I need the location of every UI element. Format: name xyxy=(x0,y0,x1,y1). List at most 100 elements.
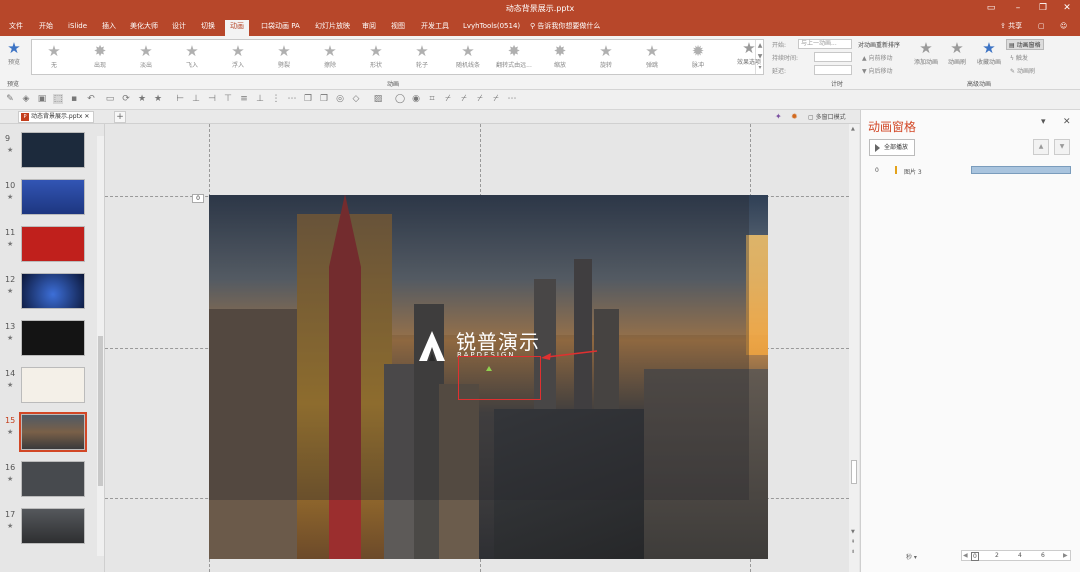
scrollbar-thumb[interactable] xyxy=(851,460,857,484)
animation-list-item[interactable]: 0 图片 3 xyxy=(871,165,1076,177)
document-tab[interactable]: P 动态背景展示.pptx ✕ xyxy=(18,111,95,123)
anim-shape[interactable]: ★ 形状 xyxy=(354,42,398,69)
align-right-icon[interactable]: ⊣ xyxy=(207,94,217,104)
copy-icon[interactable]: ❐ xyxy=(319,94,329,104)
ruler-left-icon[interactable]: ◀ xyxy=(963,552,968,559)
gear-icon[interactable]: ✹ xyxy=(791,112,798,121)
close-icon[interactable]: ✕ xyxy=(1060,2,1074,14)
rotate-icon[interactable]: ⟳ xyxy=(121,94,131,104)
delay-field[interactable] xyxy=(814,65,852,75)
tab-developer[interactable]: 开发工具 xyxy=(416,20,454,36)
animation-pane-button[interactable]: ▤ 动画窗格 xyxy=(1006,39,1044,50)
canvas-scrollbar[interactable]: ▲ ▼ ⇞ ⇟ xyxy=(849,124,859,572)
group-icon[interactable]: ▣ xyxy=(37,94,47,104)
distribute-icon[interactable]: ⋯ xyxy=(287,94,297,104)
anim-float-in[interactable]: ★ 浮入 xyxy=(216,42,260,69)
textbox-icon[interactable]: ▭ xyxy=(105,94,115,104)
tab-animations[interactable]: 动画 xyxy=(225,20,249,36)
align-center-icon[interactable]: ⊥ xyxy=(191,94,201,104)
anim-fade[interactable]: ★ 淡出 xyxy=(124,42,168,69)
star-icon[interactable]: ★ xyxy=(137,94,147,104)
move-later-button[interactable]: ▼ 向后移动 xyxy=(862,66,893,75)
scroll-down-icon[interactable]: ▼ xyxy=(851,529,855,535)
minimize-icon[interactable]: – xyxy=(1011,2,1025,14)
favorite-animation-button[interactable]: ★ 收藏动画 xyxy=(975,39,1003,66)
animation-brush-button[interactable]: ✎ 动画刷 xyxy=(1010,66,1035,75)
star-icon[interactable]: ★ xyxy=(153,94,163,104)
select-icon[interactable]: ⬚ xyxy=(53,94,63,104)
anim-pulse[interactable]: ✹ 脉冲 xyxy=(676,42,720,69)
effect-options-button[interactable]: ★ 效果选项 xyxy=(734,39,764,66)
shape-icon[interactable]: ◇ xyxy=(351,94,361,104)
copy-icon[interactable]: ❐ xyxy=(303,94,313,104)
ruler-right-icon[interactable]: ▶ xyxy=(1063,552,1068,559)
anim-swivel[interactable]: ★ 旋转 xyxy=(584,42,628,69)
anim-appear[interactable]: ✸ 出现 xyxy=(78,42,122,69)
shape-icon[interactable]: ◎ xyxy=(335,94,345,104)
anim-wheel[interactable]: ★ 轮子 xyxy=(400,42,444,69)
pane-options-icon[interactable]: ▾ xyxy=(1041,117,1046,127)
shape-icon[interactable]: ◈ xyxy=(21,94,31,104)
close-icon[interactable]: ✕ xyxy=(84,113,89,120)
preview-button[interactable]: ★ 预览 xyxy=(2,39,26,66)
animation-painter-button[interactable]: ★ 动画刷 xyxy=(943,39,971,66)
tab-view[interactable]: 视图 xyxy=(386,20,410,36)
thumbnail-slide[interactable]: 12 ★ xyxy=(0,273,100,313)
comment-icon[interactable]: ▢ xyxy=(1033,20,1050,36)
multi-window-button[interactable]: ▢ 多窗口模式 xyxy=(808,112,846,121)
move-up-button[interactable]: ▲ xyxy=(1033,139,1049,155)
anim-split[interactable]: ★ 劈裂 xyxy=(262,42,306,69)
next-slide-icon[interactable]: ⇟ xyxy=(851,549,855,555)
ribbon-options-icon[interactable]: ▭ xyxy=(984,2,998,14)
tab-pocket-animation[interactable]: 口袋动画 PA xyxy=(256,20,305,36)
prev-slide-icon[interactable]: ⇞ xyxy=(851,539,855,545)
anim-zoom[interactable]: ✸ 缩放 xyxy=(538,42,582,69)
more-icon[interactable]: ⋯ xyxy=(507,94,517,104)
fill-icon[interactable]: ▨ xyxy=(373,94,383,104)
tab-lvyhtools[interactable]: LvyhTools(0514) xyxy=(458,20,525,36)
move-down-button[interactable]: ▼ xyxy=(1054,139,1070,155)
tell-me-box[interactable]: ⚲ 告诉我你想要做什么 xyxy=(530,20,600,33)
tab-slideshow[interactable]: 幻灯片放映 xyxy=(310,20,355,36)
crop-icon[interactable]: ⌗ xyxy=(427,94,437,104)
thumbnail-scrollbar[interactable] xyxy=(97,136,104,556)
anim-bounce[interactable]: ★ 弹跳 xyxy=(630,42,674,69)
tab-file[interactable]: 文件 xyxy=(4,20,28,36)
circle-icon[interactable]: ◉ xyxy=(411,94,421,104)
tab-design[interactable]: 设计 xyxy=(167,20,191,36)
start-select[interactable]: 与上一动画... xyxy=(798,39,852,49)
tab-review[interactable]: 审阅 xyxy=(357,20,381,36)
eyedropper-icon[interactable]: ⌿ xyxy=(459,94,469,104)
scrollbar-thumb[interactable] xyxy=(98,336,103,486)
smiley-icon[interactable]: ☺ xyxy=(1055,20,1072,36)
add-animation-button[interactable]: ★ 添加动画 xyxy=(912,39,940,66)
share-button[interactable]: ⇪ 共享 xyxy=(1000,20,1022,33)
distribute-icon[interactable]: ⋮ xyxy=(271,94,281,104)
tab-insert[interactable]: 插入 xyxy=(97,20,121,36)
anim-random-bars[interactable]: ★ 随机线条 xyxy=(446,42,490,69)
thumbnail-slide[interactable]: 9 ★ xyxy=(0,132,100,172)
anim-fly-in[interactable]: ★ 飞入 xyxy=(170,42,214,69)
anim-none[interactable]: ★ 无 xyxy=(32,42,76,69)
trigger-button[interactable]: ϟ 触发 xyxy=(1010,53,1028,62)
tab-home[interactable]: 开始 xyxy=(34,20,58,36)
format-painter-icon[interactable]: ✎ xyxy=(5,94,15,104)
animation-order-tag[interactable]: 0 xyxy=(192,194,204,203)
tab-beautify[interactable]: 美化大师 xyxy=(125,20,163,36)
align-left-icon[interactable]: ⊢ xyxy=(175,94,185,104)
tab-transitions[interactable]: 切换 xyxy=(196,20,220,36)
thumbnail-slide-selected[interactable]: 15 ★ xyxy=(0,412,100,454)
seconds-dropdown[interactable]: 秒 ▾ xyxy=(906,552,917,561)
thumbnail-slide[interactable]: 10 ★ xyxy=(0,179,100,219)
play-all-button[interactable]: 全部播放 xyxy=(869,139,916,156)
timeline-bar[interactable] xyxy=(971,166,1071,174)
circle-icon[interactable]: ◯ xyxy=(395,94,405,104)
restore-icon[interactable]: ❐ xyxy=(1036,2,1050,14)
save-icon[interactable]: ▪ xyxy=(69,94,79,104)
new-tab-button[interactable]: + xyxy=(114,111,126,123)
close-icon[interactable]: ✕ xyxy=(1063,117,1071,127)
tab-islide[interactable]: iSlide xyxy=(63,20,92,36)
undo-icon[interactable]: ↶ xyxy=(86,94,96,104)
thumbnail-slide[interactable]: 16 ★ xyxy=(0,461,100,501)
eyedropper-icon[interactable]: ⌿ xyxy=(443,94,453,104)
